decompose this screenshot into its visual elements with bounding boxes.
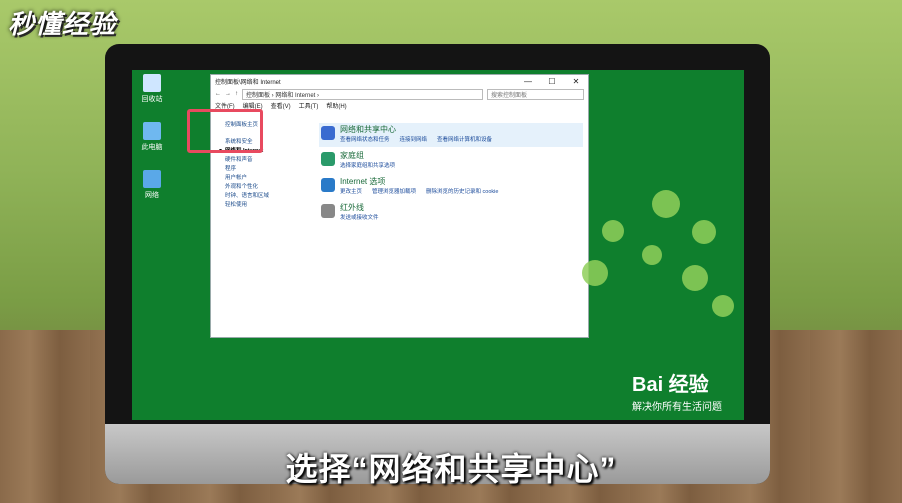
maximize-button[interactable]: ☐ <box>540 77 564 86</box>
tree-bubble <box>712 295 734 317</box>
nav-item-label: 外观和个性化 <box>225 184 259 190</box>
task-link[interactable]: 发送或接收文件 <box>340 213 379 221</box>
search-placeholder: 搜索控制面板 <box>491 92 528 99</box>
tree-bubble <box>642 245 662 265</box>
category-title-link[interactable]: 网络和共享中心 <box>340 124 396 135</box>
baidu-slogan: 解决你所有生活问题 <box>632 402 722 413</box>
network-icon <box>143 170 161 188</box>
category-links: 发送或接收文件 <box>340 213 379 221</box>
category-item: 网络和共享中心 查看网络状态和任务 连接到网络 查看网络计算机和设备 <box>319 123 583 147</box>
baidu-logo: Bai 经验 <box>632 374 709 396</box>
tree-bubble <box>582 260 608 286</box>
nav-item-label: 轻松使用 <box>225 202 248 208</box>
menu-item[interactable]: 工具(T) <box>299 101 319 110</box>
desktop-shortcut[interactable]: 回收站 <box>134 74 170 104</box>
nav-item[interactable]: 时钟、语言和区域 <box>225 192 305 201</box>
category-item: 家庭组 选择家庭组和共享选项 <box>319 149 583 173</box>
category-item: Internet 选项 更改主页 管理浏览器加载项 删除浏览的历史记录和 cookie <box>319 175 583 199</box>
category-links: 查看网络状态和任务 连接到网络 查看网络计算机和设备 <box>340 135 492 143</box>
nav-item-label: 用户帐户 <box>225 175 248 181</box>
category-icon <box>321 178 335 192</box>
task-link[interactable]: 管理浏览器加载项 <box>372 187 416 195</box>
tree-bubble <box>692 220 716 244</box>
nav-item-label: 硬件和声音 <box>225 157 253 163</box>
task-link[interactable]: 选择家庭组和共享选项 <box>340 161 395 169</box>
back-icon[interactable]: ← <box>215 91 221 97</box>
category-item: 红外线 发送或接收文件 <box>319 201 583 225</box>
forward-icon[interactable]: → <box>225 91 231 97</box>
category-title-link[interactable]: 家庭组 <box>340 150 364 161</box>
nav-item-label: 时钟、语言和区域 <box>225 193 270 199</box>
address-row: ← → ↑ 控制面板 › 网络和 Internet › 搜索控制面板 <box>211 88 588 100</box>
address-text: 控制面板 › 网络和 Internet › <box>246 92 320 99</box>
nav-item[interactable]: 程序 <box>225 165 305 174</box>
menu-item[interactable]: 查看(V) <box>271 101 291 110</box>
category-icon <box>321 126 335 140</box>
decorative-tree <box>582 190 742 370</box>
nav-item[interactable]: 轻松使用 <box>225 201 305 210</box>
category-list: 网络和共享中心 查看网络状态和任务 连接到网络 查看网络计算机和设备家庭组 选择家庭组和… <box>319 123 583 227</box>
nav-item[interactable]: 用户帐户 <box>225 174 305 183</box>
desktop-label: 网络 <box>145 192 159 199</box>
desktop-label: 回收站 <box>141 96 163 103</box>
category-title-link[interactable]: 红外线 <box>340 202 364 213</box>
up-icon[interactable]: ↑ <box>235 91 238 97</box>
window-controls: — ☐ ✕ <box>516 77 588 86</box>
menu-bar: 文件(F) 编辑(E) 查看(V) 工具(T) 帮助(H) <box>211 100 588 111</box>
window-title: 控制面板\网络和 Internet <box>215 80 281 86</box>
task-link[interactable]: 更改主页 <box>340 187 362 195</box>
nav-item-label: 程序 <box>225 166 237 172</box>
category-links: 更改主页 管理浏览器加载项 删除浏览的历史记录和 cookie <box>340 187 498 195</box>
task-link[interactable]: 查看网络计算机和设备 <box>437 135 492 143</box>
desktop-shortcut[interactable]: 网络 <box>134 170 170 200</box>
task-link[interactable]: 删除浏览的历史记录和 cookie <box>426 187 498 195</box>
category-icon <box>321 152 335 166</box>
desktop-shortcut[interactable]: 此电脑 <box>134 122 170 152</box>
address-bar[interactable]: 控制面板 › 网络和 Internet › <box>242 88 483 100</box>
nav-item[interactable]: 外观和个性化 <box>225 183 305 192</box>
control-panel-window: 控制面板\网络和 Internet — ☐ ✕ ← → ↑ 控制面板 › 网络和… <box>210 74 589 338</box>
subtitle-caption: 选择“网络和共享中心” <box>285 451 617 487</box>
tree-bubble <box>652 190 680 218</box>
task-link[interactable]: 连接到网络 <box>400 135 428 143</box>
desktop-label: 此电脑 <box>141 144 163 151</box>
nav-item[interactable]: 硬件和声音 <box>225 156 305 165</box>
close-button[interactable]: ✕ <box>564 77 588 86</box>
menu-item[interactable]: 帮助(H) <box>326 101 346 110</box>
recycle-bin-icon <box>143 74 161 92</box>
title-bar: 控制面板\网络和 Internet — ☐ ✕ <box>211 75 588 88</box>
category-links: 选择家庭组和共享选项 <box>340 161 395 169</box>
highlight-box <box>187 109 263 153</box>
task-link[interactable]: 查看网络状态和任务 <box>340 135 390 143</box>
search-input[interactable]: 搜索控制面板 <box>487 88 584 100</box>
tree-bubble <box>682 265 708 291</box>
tree-bubble <box>602 220 624 242</box>
category-title-link[interactable]: Internet 选项 <box>340 176 385 187</box>
category-icon <box>321 204 335 218</box>
this-pc-icon <box>143 122 161 140</box>
brand-watermark: 秒懂经验 <box>8 9 117 39</box>
minimize-button[interactable]: — <box>516 77 540 86</box>
